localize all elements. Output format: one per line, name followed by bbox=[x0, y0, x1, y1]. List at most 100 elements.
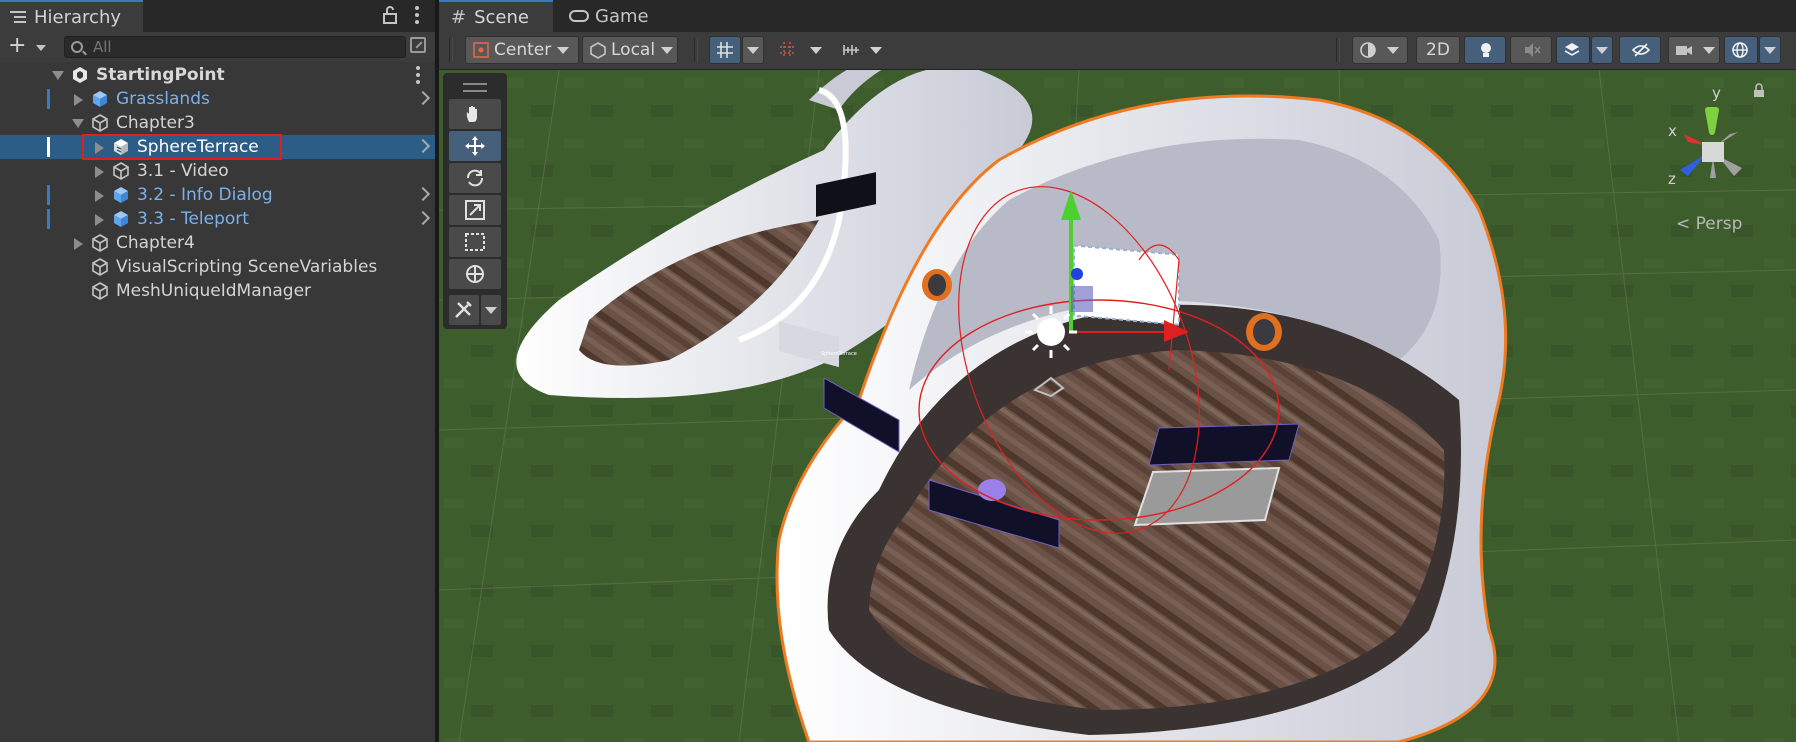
chevron-down-icon bbox=[870, 46, 882, 54]
orientation-gizmo[interactable]: y x z bbox=[1650, 82, 1770, 212]
chevron-down-icon bbox=[485, 307, 497, 314]
plus-icon: + bbox=[8, 33, 27, 58]
increment-snap-button[interactable] bbox=[835, 36, 889, 64]
tree-row-label: SphereTerrace bbox=[137, 137, 259, 157]
expand-arrow-icon[interactable] bbox=[95, 214, 104, 226]
shading-icon bbox=[1360, 42, 1376, 58]
svg-text:SphereTerrace: SphereTerrace bbox=[821, 351, 857, 357]
scene-toolbar: Center Local 2D bbox=[439, 32, 1796, 70]
tree-row-chapter3[interactable]: Chapter3 bbox=[0, 111, 435, 135]
gameobject-icon bbox=[113, 162, 129, 180]
hand-tool[interactable] bbox=[449, 99, 501, 129]
hierarchy-tab-label: Hierarchy bbox=[34, 6, 122, 28]
effects-options-button[interactable] bbox=[1591, 36, 1613, 64]
tree-row-grasslands[interactable]: Grasslands bbox=[0, 87, 435, 111]
expand-arrow-icon[interactable] bbox=[52, 71, 64, 80]
custom-tool[interactable] bbox=[449, 295, 479, 325]
svg-text:y: y bbox=[1712, 84, 1721, 102]
tree-row-chapter4[interactable]: Chapter4 bbox=[0, 231, 435, 255]
chevron-right-icon[interactable] bbox=[415, 186, 431, 202]
transform-icon bbox=[466, 265, 484, 283]
draw-mode-button[interactable] bbox=[1352, 36, 1408, 64]
space-local-button[interactable]: Local bbox=[582, 36, 678, 64]
lighting-toggle[interactable] bbox=[1464, 36, 1506, 64]
search-input[interactable] bbox=[93, 38, 383, 56]
lock-icon bbox=[1754, 83, 1764, 97]
tool-palette bbox=[443, 73, 507, 329]
chevron-right-icon[interactable] bbox=[415, 138, 431, 154]
scene-render: SphereTerrace bbox=[439, 70, 1796, 742]
light-icon bbox=[1481, 43, 1491, 57]
snap-icon bbox=[780, 42, 796, 58]
effects-toggle[interactable] bbox=[1556, 36, 1590, 64]
visibility-icon bbox=[1632, 43, 1650, 57]
chevron-down-icon bbox=[661, 46, 674, 54]
audio-toggle[interactable] bbox=[1510, 36, 1552, 64]
hierarchy-toolbar: + bbox=[0, 32, 435, 62]
persp-label[interactable]: < Persp bbox=[1676, 214, 1742, 234]
tree-row-info-dialog[interactable]: 3.2 - Info Dialog bbox=[0, 183, 435, 207]
scale-tool[interactable] bbox=[449, 195, 501, 225]
tab-hierarchy[interactable]: Hierarchy bbox=[0, 0, 143, 32]
expand-arrow-icon[interactable] bbox=[95, 166, 104, 178]
tab-game[interactable]: Game bbox=[557, 0, 667, 32]
chevron-down-icon bbox=[1596, 46, 1608, 54]
fx-icon bbox=[1564, 43, 1580, 56]
pivot-center-button[interactable]: Center bbox=[465, 36, 579, 64]
tree-row-label: VisualScripting SceneVariables bbox=[116, 257, 378, 277]
gizmos-options-button[interactable] bbox=[1759, 36, 1781, 64]
hierarchy-tab-bar: Hierarchy bbox=[0, 0, 435, 32]
toolbar-separator bbox=[1336, 38, 1340, 62]
chevron-right-icon[interactable] bbox=[415, 210, 431, 226]
rect-tool[interactable] bbox=[449, 227, 501, 257]
search-field[interactable] bbox=[64, 36, 406, 58]
rotate-tool[interactable] bbox=[449, 163, 501, 193]
search-mode-icon[interactable] bbox=[410, 37, 426, 53]
tree-row-label: Chapter4 bbox=[116, 233, 195, 253]
tree-row-sphereterrace[interactable]: SphereTerrace bbox=[0, 135, 435, 159]
grid-icon bbox=[717, 42, 733, 58]
grid-options-button[interactable] bbox=[742, 36, 764, 64]
expand-arrow-icon[interactable] bbox=[74, 238, 83, 250]
grid-snap-button[interactable] bbox=[772, 36, 804, 64]
lock-icon[interactable] bbox=[382, 6, 398, 24]
kebab-menu-icon[interactable] bbox=[415, 65, 421, 85]
tree-row-video[interactable]: 3.1 - Video bbox=[0, 159, 435, 183]
gizmos-toggle[interactable] bbox=[1724, 36, 1758, 64]
camera-icon bbox=[1676, 46, 1692, 55]
gizmos-icon bbox=[1732, 42, 1748, 58]
override-bar bbox=[47, 89, 50, 109]
tree-row-meshuniqueidmanager[interactable]: MeshUniqueIdManager bbox=[0, 279, 435, 303]
tree-row-visualscripting[interactable]: VisualScripting SceneVariables bbox=[0, 255, 435, 279]
expand-arrow-icon[interactable] bbox=[72, 119, 84, 128]
chevron-right-icon[interactable] bbox=[415, 90, 431, 106]
tab-scene[interactable]: # Scene bbox=[439, 0, 553, 32]
toggle-2d-button[interactable]: 2D bbox=[1416, 36, 1460, 64]
transform-tool[interactable] bbox=[449, 259, 501, 289]
unity-scene-icon bbox=[73, 67, 87, 83]
scene-viewport[interactable]: SphereTerrace < Persp bbox=[439, 70, 1796, 742]
grid-visibility-button[interactable] bbox=[709, 36, 741, 64]
expand-arrow-icon[interactable] bbox=[95, 142, 104, 154]
kebab-menu-icon[interactable] bbox=[412, 4, 422, 26]
tree-row-label: StartingPoint bbox=[96, 65, 225, 85]
hierarchy-panel: Hierarchy + StartingPoint bbox=[0, 0, 437, 742]
search-icon bbox=[71, 41, 83, 53]
tree-row-teleport[interactable]: 3.3 - Teleport bbox=[0, 207, 435, 231]
space-label: Local bbox=[611, 40, 656, 60]
chevron-down-icon bbox=[747, 46, 759, 54]
gamepad-icon bbox=[569, 10, 589, 22]
custom-tool-options[interactable] bbox=[481, 295, 501, 325]
scene-visibility-toggle[interactable] bbox=[1619, 36, 1661, 64]
scene-camera-button[interactable] bbox=[1668, 36, 1720, 64]
move-tool[interactable] bbox=[449, 131, 501, 161]
expand-arrow-icon[interactable] bbox=[95, 190, 104, 202]
tree-row-startingpoint[interactable]: StartingPoint bbox=[0, 63, 435, 87]
grid-icon: # bbox=[451, 6, 467, 28]
snap-options-button[interactable] bbox=[805, 36, 827, 64]
expand-arrow-icon[interactable] bbox=[74, 94, 83, 106]
prefab-variant-icon bbox=[114, 139, 128, 155]
tab-label: Scene bbox=[474, 6, 529, 28]
create-button[interactable]: + bbox=[8, 35, 48, 59]
drag-handle[interactable] bbox=[463, 83, 487, 92]
